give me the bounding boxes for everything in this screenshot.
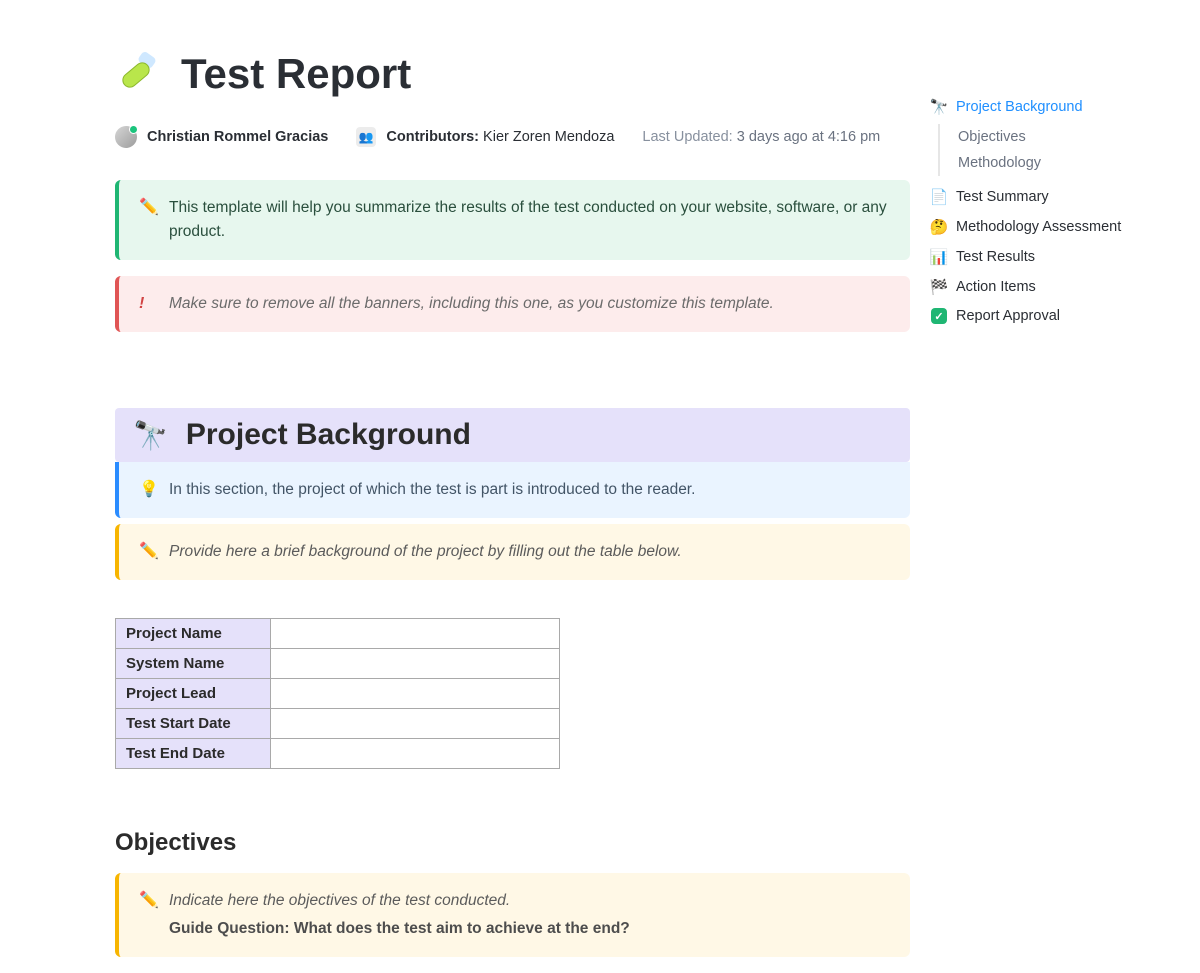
meta-row: Christian Rommel Gracias 👥 Contributors:…: [115, 126, 910, 148]
author-chip[interactable]: Christian Rommel Gracias: [115, 126, 328, 148]
last-updated-value: 3 days ago at 4:16 pm: [737, 129, 881, 145]
row-label: Project Lead: [116, 679, 271, 709]
contributors-value: Kier Zoren Mendoza: [483, 129, 614, 145]
toc-item-report-approval[interactable]: ✓ Report Approval: [930, 302, 1170, 330]
toc-label: Report Approval: [956, 308, 1060, 324]
lightbulb-icon: 💡: [139, 478, 159, 503]
toc-subgroup: Objectives Methodology: [938, 124, 1170, 176]
banner-text-line2: Guide Question: What does the test aim t…: [169, 917, 888, 941]
pencil-icon: ✏️: [139, 889, 159, 914]
toc-label: Test Summary: [956, 189, 1049, 205]
row-label: Test End Date: [116, 739, 271, 769]
banner-text: Make sure to remove all the banners, inc…: [169, 295, 774, 312]
toc-label: Action Items: [956, 279, 1036, 295]
project-info-table: Project Name System Name Project Lead Te…: [115, 618, 560, 769]
table-row: Test End Date: [116, 739, 560, 769]
banner-text-line1: Indicate here the objectives of the test…: [169, 892, 510, 909]
toc-label: Project Background: [956, 99, 1083, 115]
flag-icon: 🏁: [930, 278, 948, 296]
test-tube-icon: [115, 50, 163, 98]
table-row: Project Lead: [116, 679, 560, 709]
row-value[interactable]: [270, 739, 559, 769]
banner-text: In this section, the project of which th…: [169, 481, 695, 498]
row-value[interactable]: [270, 709, 559, 739]
people-icon: 👥: [356, 127, 376, 147]
row-label: System Name: [116, 649, 271, 679]
thinking-icon: 🤔: [930, 218, 948, 236]
hint-banner-pb-yellow[interactable]: ✏️ Provide here a brief background of th…: [115, 524, 910, 580]
pencil-icon: ✏️: [139, 196, 159, 221]
table-row: Test Start Date: [116, 709, 560, 739]
contributors-chip[interactable]: 👥 Contributors: Kier Zoren Mendoza: [356, 127, 614, 147]
author-name: Christian Rommel Gracias: [147, 129, 328, 145]
pencil-icon: ✏️: [139, 540, 159, 565]
row-label: Test Start Date: [116, 709, 271, 739]
toc-item-test-summary[interactable]: 📄 Test Summary: [930, 182, 1170, 212]
row-label: Project Name: [116, 619, 271, 649]
warning-banner-remove[interactable]: ! Make sure to remove all the banners, i…: [115, 276, 910, 332]
contributors-label: Contributors:: [386, 129, 479, 145]
document-main: Test Report Christian Rommel Gracias 👥 C…: [115, 50, 910, 973]
toc-item-action-items[interactable]: 🏁 Action Items: [930, 272, 1170, 302]
exclamation-icon: !: [139, 292, 144, 317]
title-row: Test Report: [115, 50, 910, 98]
table-of-contents: 🔭 Project Background Objectives Methodol…: [930, 92, 1170, 330]
hint-banner-objectives[interactable]: ✏️ Indicate here the objectives of the t…: [115, 873, 910, 957]
row-value[interactable]: [270, 649, 559, 679]
last-updated: Last Updated: 3 days ago at 4:16 pm: [642, 129, 880, 145]
last-updated-label: Last Updated:: [642, 129, 732, 145]
section-title: Project Background: [186, 418, 471, 452]
toc-item-project-background[interactable]: 🔭 Project Background: [930, 92, 1170, 122]
banner-text: Provide here a brief background of the p…: [169, 543, 682, 560]
toc-item-methodology[interactable]: Methodology: [958, 150, 1170, 176]
section-heading-project-background[interactable]: 🔭 Project Background: [115, 408, 910, 462]
document-icon: 📄: [930, 188, 948, 206]
page-title[interactable]: Test Report: [181, 50, 411, 98]
toc-label: Objectives: [958, 129, 1026, 145]
telescope-icon: 🔭: [133, 419, 168, 452]
row-value[interactable]: [270, 619, 559, 649]
banner-text: This template will help you summarize th…: [169, 199, 887, 240]
table-row: System Name: [116, 649, 560, 679]
toc-label: Methodology Assessment: [956, 219, 1121, 235]
row-value[interactable]: [270, 679, 559, 709]
toc-label: Test Results: [956, 249, 1035, 265]
bar-chart-icon: 📊: [930, 248, 948, 266]
avatar: [115, 126, 137, 148]
info-banner-pb-blue[interactable]: 💡 In this section, the project of which …: [115, 462, 910, 518]
check-icon: ✓: [930, 308, 948, 324]
toc-item-objectives[interactable]: Objectives: [958, 124, 1170, 150]
telescope-icon: 🔭: [930, 98, 948, 116]
table-row: Project Name: [116, 619, 560, 649]
section-heading-objectives[interactable]: Objectives: [115, 829, 910, 857]
toc-label: Methodology: [958, 155, 1041, 171]
info-banner-intro[interactable]: ✏️ This template will help you summarize…: [115, 180, 910, 260]
toc-item-methodology-assessment[interactable]: 🤔 Methodology Assessment: [930, 212, 1170, 242]
toc-item-test-results[interactable]: 📊 Test Results: [930, 242, 1170, 272]
